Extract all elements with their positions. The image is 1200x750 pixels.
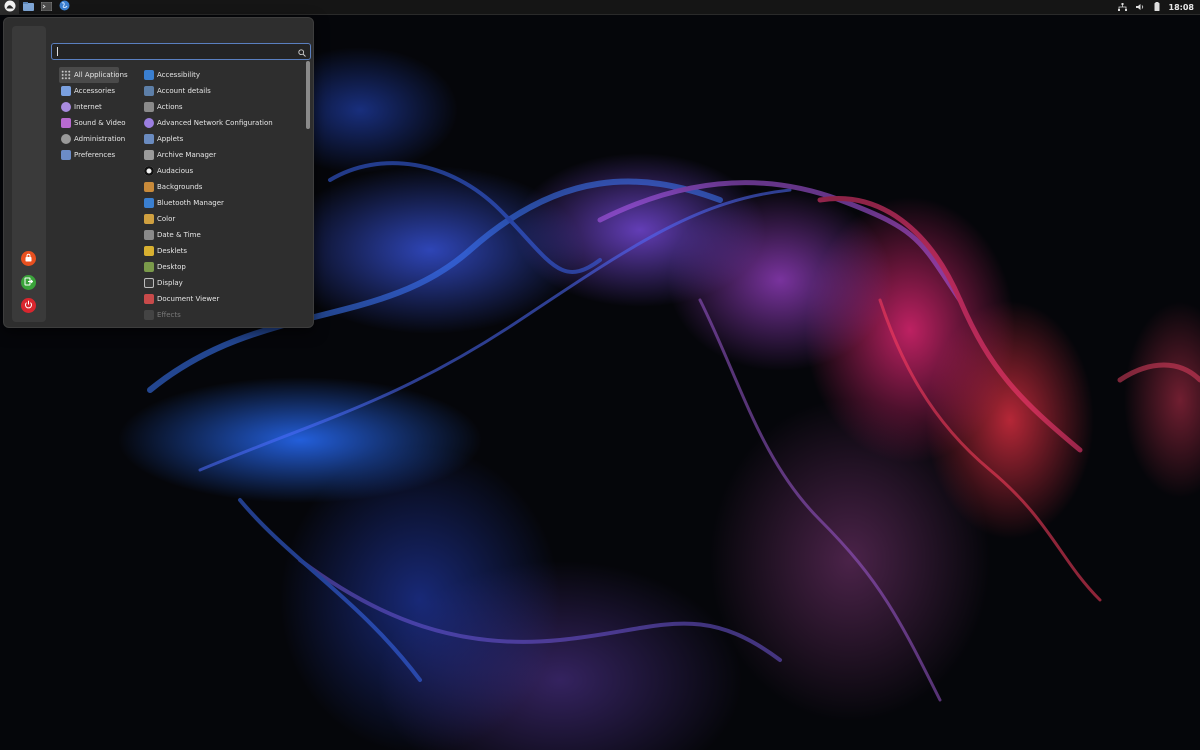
preferences-icon (61, 150, 71, 160)
app-applets[interactable]: Applets (143, 131, 303, 147)
app-bluetooth-manager[interactable]: Bluetooth Manager (143, 195, 303, 211)
category-administration[interactable]: Administration (59, 131, 139, 147)
top-panel: 18:08 (0, 0, 1200, 15)
document-viewer-icon (144, 294, 154, 304)
category-accessories[interactable]: Accessories (59, 83, 139, 99)
category-label: Internet (74, 103, 102, 111)
admin-icon (61, 134, 71, 144)
category-sound-and-video[interactable]: Sound & Video (59, 115, 139, 131)
clock[interactable]: 18:08 (1169, 3, 1194, 12)
actions-icon (144, 102, 154, 112)
app-effects[interactable]: Effects (143, 307, 303, 322)
category-label: Sound & Video (74, 119, 126, 127)
category-label: All Applications (74, 71, 128, 79)
audacious-icon (144, 166, 154, 176)
network-config-icon (144, 118, 154, 128)
favorites-sidebar (12, 26, 46, 322)
app-desklets[interactable]: Desklets (143, 243, 303, 259)
app-document-viewer[interactable]: Document Viewer (143, 291, 303, 307)
app-label: Desktop (157, 263, 186, 271)
cinnamon-menu-icon (4, 0, 16, 15)
display-icon (144, 278, 154, 288)
app-label: Effects (157, 311, 181, 319)
logout-icon (24, 276, 34, 289)
backgrounds-icon (144, 182, 154, 192)
volume-icon[interactable] (1135, 1, 1145, 14)
desktop-icon (144, 262, 154, 272)
account-icon (144, 86, 154, 96)
terminal-icon (40, 1, 52, 14)
app-archive-manager[interactable]: Archive Manager (143, 147, 303, 163)
category-label: Accessories (74, 87, 116, 95)
network-icon[interactable] (1117, 1, 1127, 14)
text-cursor (57, 47, 58, 56)
search-icon (298, 47, 306, 60)
terminal-launcher[interactable] (37, 0, 55, 15)
bluetooth-icon (144, 198, 154, 208)
app-label: Archive Manager (157, 151, 217, 159)
grid-icon (61, 70, 71, 80)
app-label: Display (157, 279, 183, 287)
app-label: Accessibility (157, 71, 201, 79)
app-label: Account details (157, 87, 211, 95)
accessories-icon (61, 86, 71, 96)
app-date-and-time[interactable]: Date & Time (143, 227, 303, 243)
app-label: Audacious (157, 167, 194, 175)
category-preferences[interactable]: Preferences (59, 147, 139, 163)
app-advanced-network-configuration[interactable]: Advanced Network Configuration (143, 115, 303, 131)
applets-icon (144, 134, 154, 144)
lock-icon (24, 252, 33, 265)
application-menu: All Applications Accessories Internet Sound… (3, 17, 314, 328)
category-label: Preferences (74, 151, 116, 159)
logout-button[interactable] (21, 275, 36, 290)
color-icon (144, 214, 154, 224)
app-label: Color (157, 215, 176, 223)
files-launcher[interactable] (19, 0, 37, 15)
date-time-icon (144, 230, 154, 240)
archive-icon (144, 150, 154, 160)
app-accessibility[interactable]: Accessibility (143, 67, 303, 83)
category-label: Administration (74, 135, 126, 143)
application-list: Accessibility Account details Actions Advan… (143, 67, 303, 322)
lock-screen-button[interactable] (21, 251, 36, 266)
browser-launcher[interactable] (55, 0, 73, 15)
app-label: Backgrounds (157, 183, 203, 191)
panel-left-section (0, 0, 73, 15)
app-label: Document Viewer (157, 295, 220, 303)
category-all-applications[interactable]: All Applications (59, 67, 128, 83)
media-icon (61, 118, 71, 128)
app-label: Actions (157, 103, 183, 111)
app-label: Advanced Network Configuration (157, 119, 273, 127)
app-desktop[interactable]: Desktop (143, 259, 303, 275)
battery-icon[interactable] (1154, 1, 1160, 14)
app-label: Bluetooth Manager (157, 199, 224, 207)
app-label: Applets (157, 135, 184, 143)
desklets-icon (144, 246, 154, 256)
system-tray: 18:08 (1117, 0, 1200, 15)
internet-icon (61, 102, 71, 112)
app-list-scrollbar[interactable] (306, 61, 310, 129)
app-display[interactable]: Display (143, 275, 303, 291)
menu-button[interactable] (0, 0, 19, 15)
app-audacious[interactable]: Audacious (143, 163, 303, 179)
category-list: All Applications Accessories Internet Sound… (59, 67, 139, 163)
search-input[interactable] (51, 43, 311, 60)
accessibility-icon (144, 70, 154, 80)
app-backgrounds[interactable]: Backgrounds (143, 179, 303, 195)
app-account-details[interactable]: Account details (143, 83, 303, 99)
app-label: Date & Time (157, 231, 201, 239)
app-label: Desklets (157, 247, 188, 255)
power-icon (24, 299, 33, 312)
shutdown-button[interactable] (21, 298, 36, 313)
app-color[interactable]: Color (143, 211, 303, 227)
globe-icon (59, 0, 70, 14)
app-actions[interactable]: Actions (143, 99, 303, 115)
effects-icon (144, 310, 154, 320)
folder-icon (22, 1, 34, 14)
category-internet[interactable]: Internet (59, 99, 139, 115)
